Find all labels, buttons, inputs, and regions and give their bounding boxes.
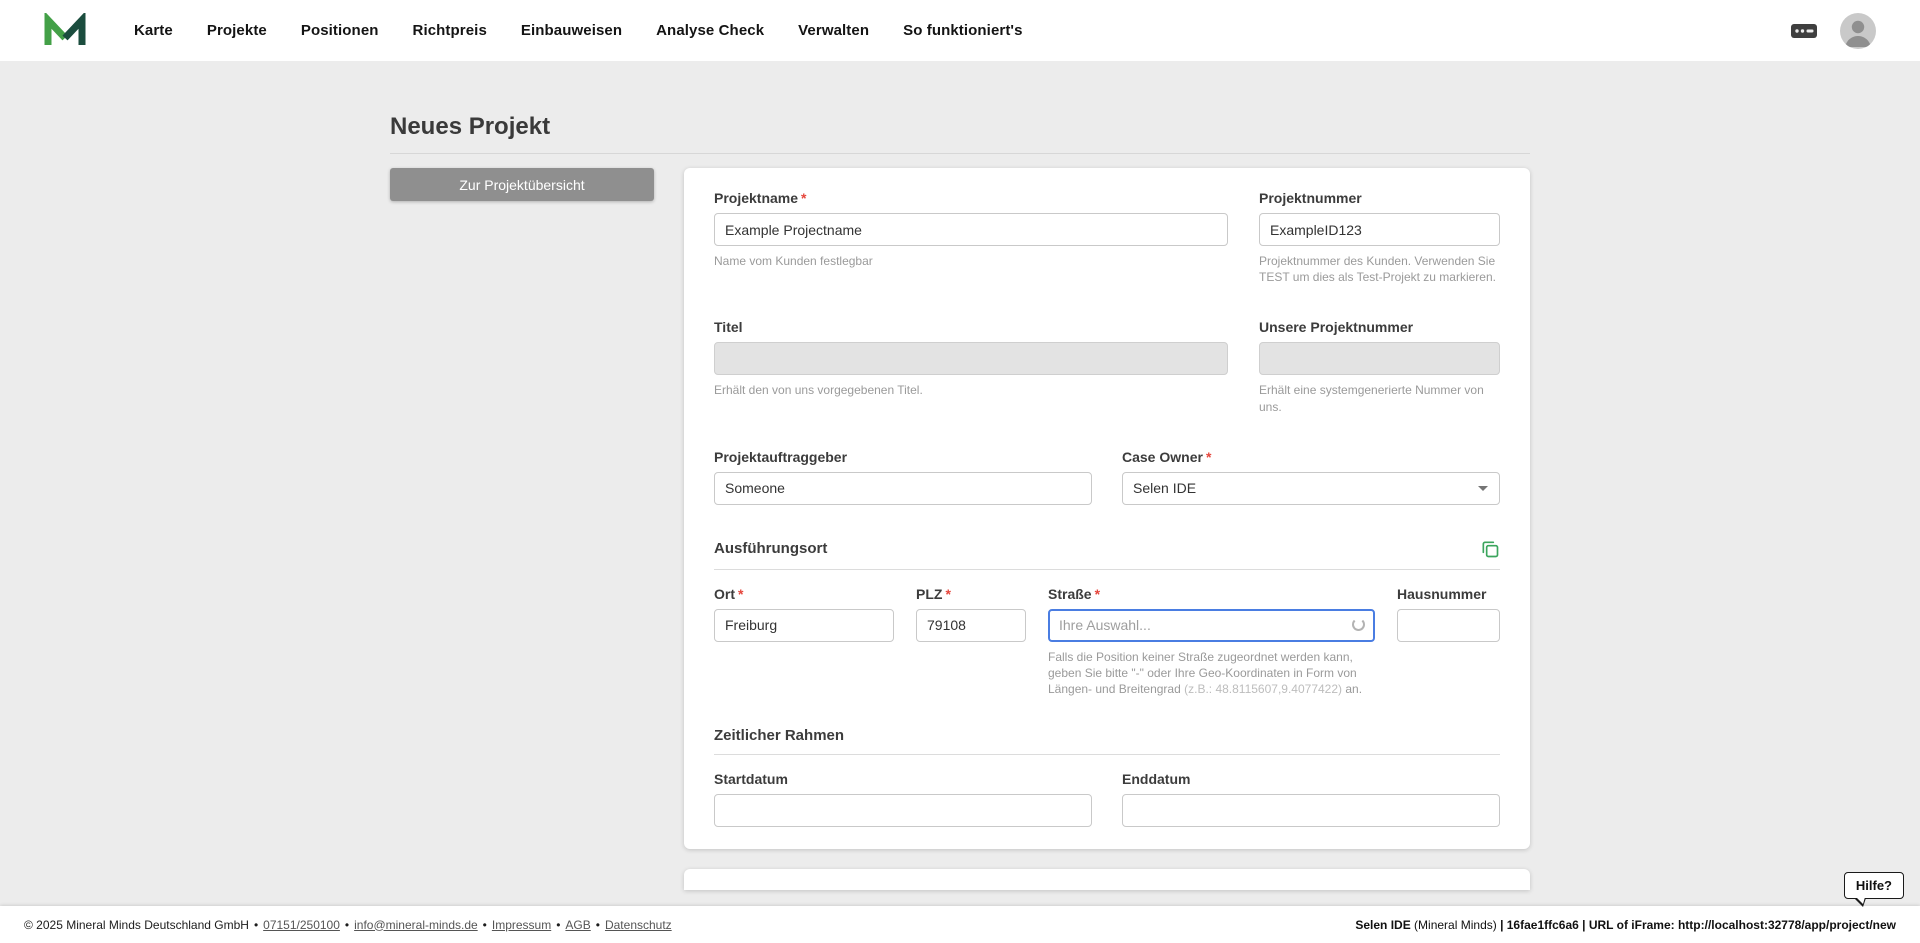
projektauftraggeber-label: Projektauftraggeber (714, 449, 1092, 465)
plz-label: PLZ* (916, 586, 1026, 602)
nav-item-so-funktionierts[interactable]: So funktioniert's (903, 22, 1022, 39)
projektauftraggeber-input[interactable] (714, 472, 1092, 505)
top-navigation-bar: Karte Projekte Positionen Richtpreis Ein… (0, 0, 1920, 61)
new-project-form-card: Projektname* Name vom Kunden festlegbar … (684, 168, 1530, 849)
next-section-card-edge (684, 869, 1530, 890)
enddatum-input[interactable] (1122, 794, 1500, 827)
hausnummer-label: Hausnummer (1397, 586, 1500, 602)
case-owner-select[interactable] (1122, 472, 1500, 505)
section-title-zeitlicher-rahmen: Zeitlicher Rahmen (714, 727, 844, 744)
header-actions (1790, 13, 1876, 49)
projektnummer-label: Projektnummer (1259, 190, 1500, 206)
startdatum-input[interactable] (714, 794, 1092, 827)
projektnummer-input[interactable] (1259, 213, 1500, 246)
nav-item-verwalten[interactable]: Verwalten (798, 22, 869, 39)
titel-helper: Erhält den von uns vorgegebenen Titel. (714, 382, 1228, 398)
title-divider (390, 153, 1530, 154)
plz-input[interactable] (916, 609, 1026, 642)
footer-user: Selen IDE (1355, 918, 1410, 932)
app-logo[interactable] (44, 13, 86, 49)
back-to-project-overview-button[interactable]: Zur Projektübersicht (390, 168, 654, 201)
footer-impressum-link[interactable]: Impressum (492, 918, 551, 932)
main-content: Neues Projekt Zur Projektübersicht Proje… (0, 61, 1920, 890)
nav-item-richtpreis[interactable]: Richtpreis (413, 22, 487, 39)
titel-input (714, 342, 1228, 375)
strasse-label: Straße* (1048, 586, 1375, 602)
hausnummer-input[interactable] (1397, 609, 1500, 642)
footer-email-link[interactable]: info@mineral-minds.de (354, 918, 478, 932)
required-marker: * (1206, 449, 1211, 465)
projektname-helper: Name vom Kunden festlegbar (714, 253, 1228, 269)
strasse-input[interactable] (1048, 609, 1375, 642)
logo-icon (44, 13, 86, 49)
keyboard-icon[interactable] (1790, 21, 1818, 41)
footer-left: © 2025 Mineral Minds Deutschland GmbH • … (24, 918, 672, 932)
ort-label: Ort* (714, 586, 894, 602)
footer-bar: © 2025 Mineral Minds Deutschland GmbH • … (0, 906, 1920, 943)
ort-input[interactable] (714, 609, 894, 642)
footer-agb-link[interactable]: AGB (565, 918, 590, 932)
required-marker: * (801, 190, 806, 206)
footer-session-info: Selen IDE (Mineral Minds) | 16fae1ffc6a6… (1355, 918, 1896, 932)
nav-item-projekte[interactable]: Projekte (207, 22, 267, 39)
nav-item-karte[interactable]: Karte (134, 22, 173, 39)
user-avatar[interactable] (1840, 13, 1876, 49)
unsere-projektnummer-helper: Erhält eine systemgenerierte Nummer von … (1259, 382, 1500, 414)
case-owner-label: Case Owner* (1122, 449, 1500, 465)
footer-phone-link[interactable]: 07151/250100 (263, 918, 340, 932)
startdatum-label: Startdatum (714, 771, 1092, 787)
required-marker: * (1095, 586, 1100, 602)
footer-copyright: © 2025 Mineral Minds Deutschland GmbH (24, 918, 249, 932)
page-title: Neues Projekt (390, 113, 1530, 141)
unsere-projektnummer-label: Unsere Projektnummer (1259, 319, 1500, 335)
nav-item-einbauweisen[interactable]: Einbauweisen (521, 22, 622, 39)
main-nav: Karte Projekte Positionen Richtpreis Ein… (134, 22, 1023, 39)
projektname-input[interactable] (714, 213, 1228, 246)
titel-label: Titel (714, 319, 1228, 335)
case-owner-value[interactable] (1122, 472, 1500, 505)
strasse-helper: Falls die Position keiner Straße zugeord… (1048, 649, 1375, 698)
unsere-projektnummer-input (1259, 342, 1500, 375)
footer-datenschutz-link[interactable]: Datenschutz (605, 918, 672, 932)
required-marker: * (738, 586, 743, 602)
projektnummer-helper: Projektnummer des Kunden. Verwenden Sie … (1259, 253, 1500, 285)
projektname-label: Projektname* (714, 190, 1228, 206)
chevron-down-icon (1478, 486, 1488, 491)
enddatum-label: Enddatum (1122, 771, 1500, 787)
nav-item-positionen[interactable]: Positionen (301, 22, 379, 39)
help-button[interactable]: Hilfe? (1844, 872, 1904, 899)
nav-item-analyse-check[interactable]: Analyse Check (656, 22, 764, 39)
copy-icon[interactable] (1480, 539, 1500, 559)
section-title-ausfuehrungsort: Ausführungsort (714, 540, 827, 557)
required-marker: * (945, 586, 950, 602)
